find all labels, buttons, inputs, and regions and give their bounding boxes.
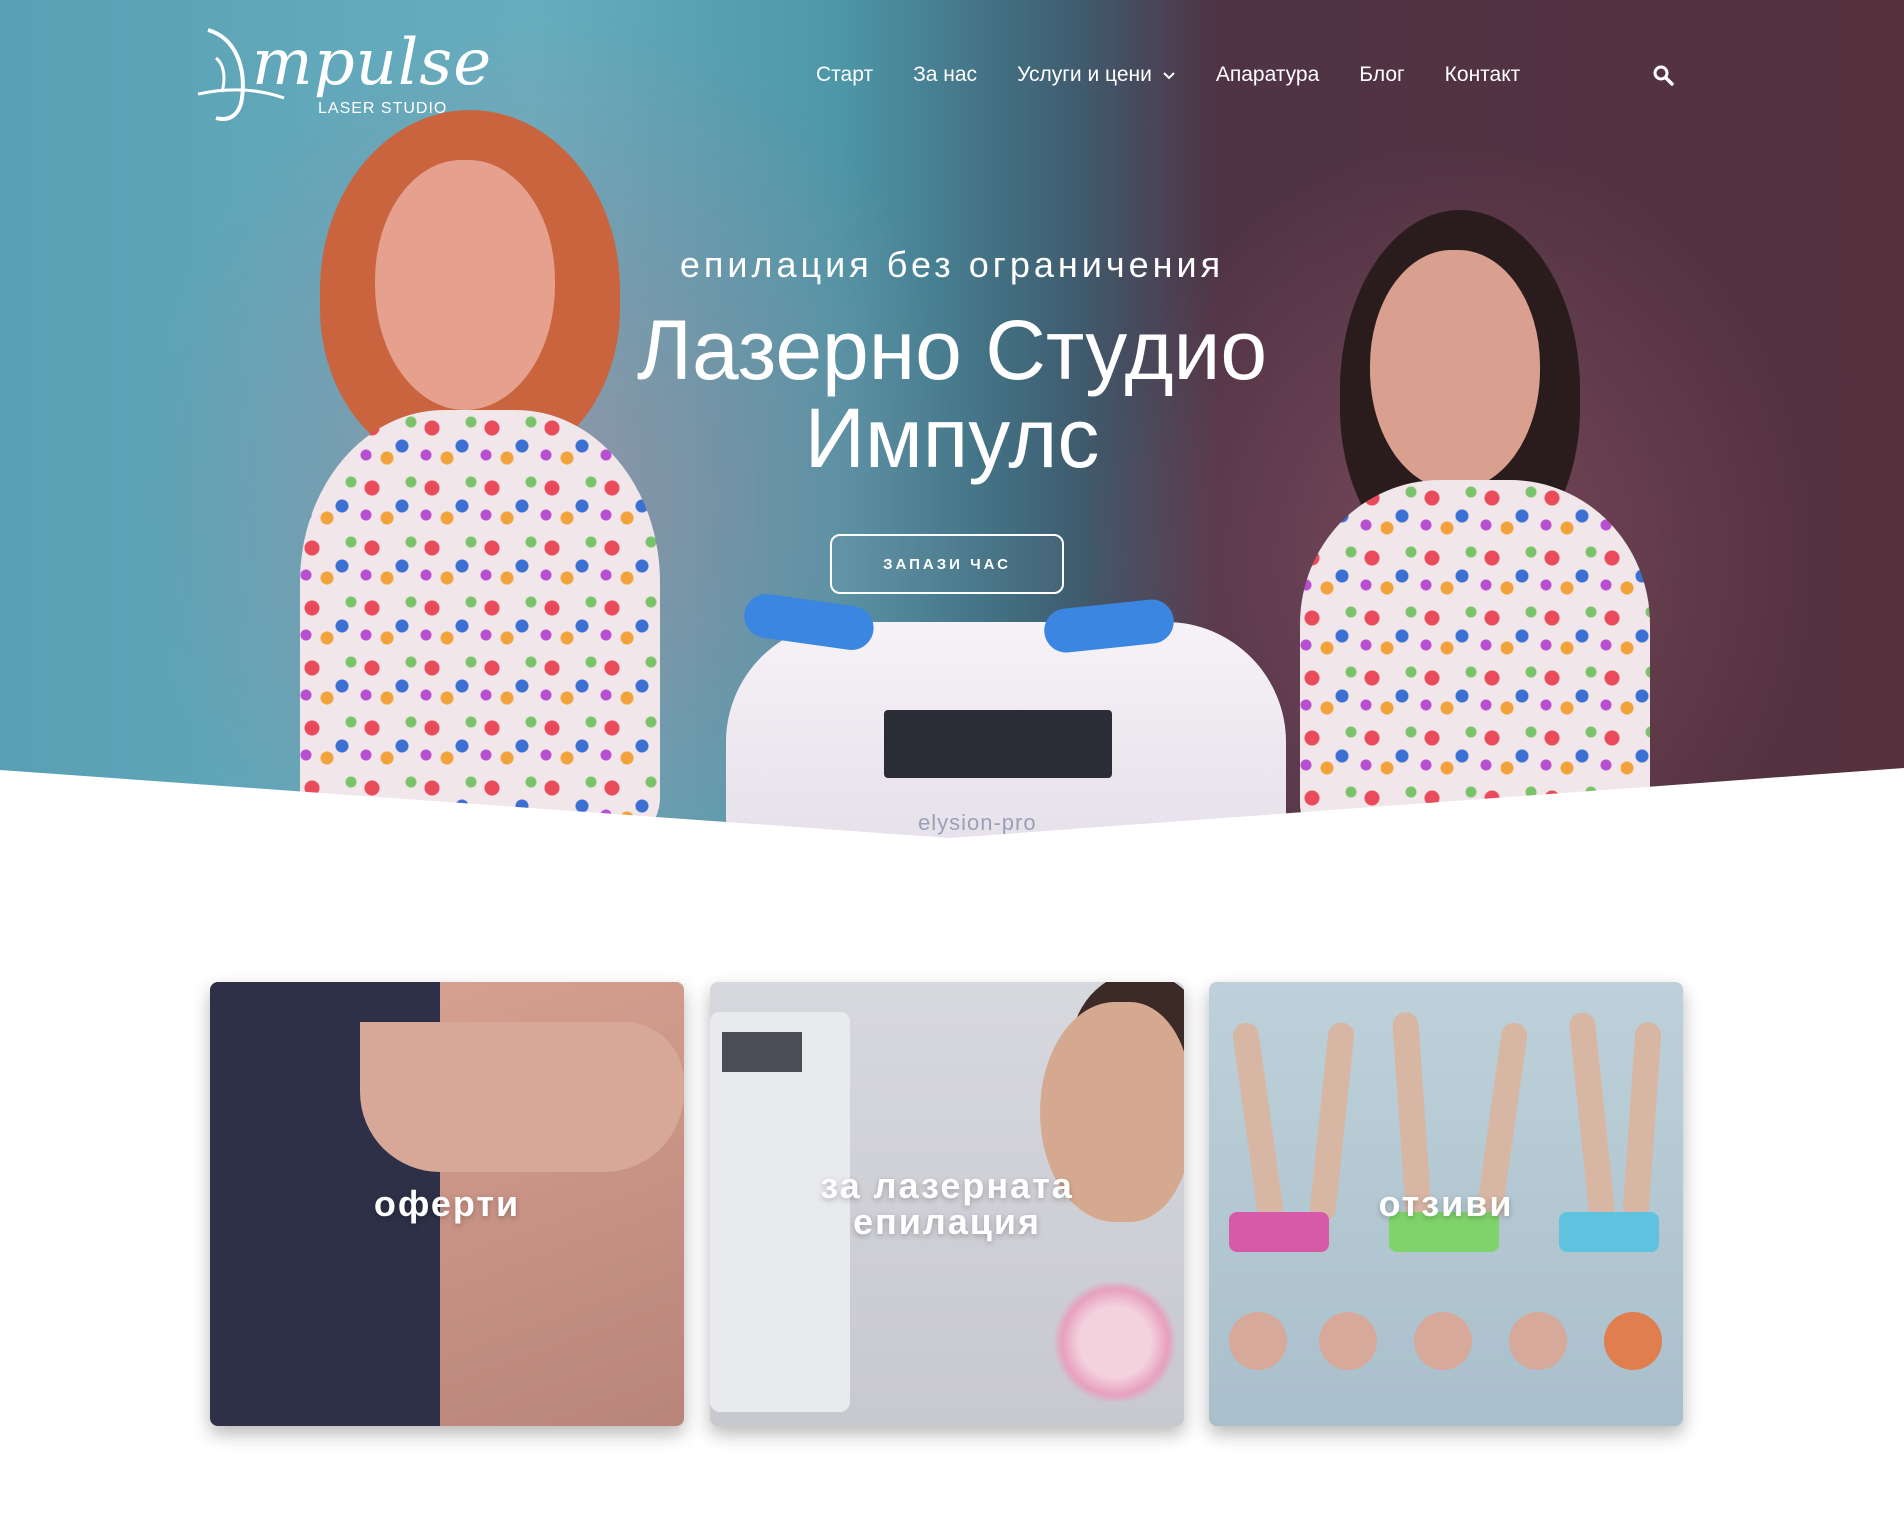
card-face xyxy=(1229,1312,1287,1370)
hero-title-line1: Лазерно Студио xyxy=(636,303,1268,397)
nav-item-contact[interactable]: Контакт xyxy=(1445,63,1521,87)
chevron-down-icon xyxy=(1163,72,1175,80)
card-testimonials-label: отзиви xyxy=(1209,1186,1683,1222)
card-face xyxy=(1604,1312,1662,1370)
card-label-line1: отзиви xyxy=(1378,1183,1514,1224)
logo-subtitle: LASER STUDIO xyxy=(318,100,448,117)
card-offers-label: оферти xyxy=(210,1186,684,1222)
card-testimonials[interactable]: отзиви xyxy=(1209,982,1683,1426)
nav-item-start[interactable]: Старт xyxy=(816,63,873,87)
card-face xyxy=(1319,1312,1377,1370)
logo-wordmark: mpulse xyxy=(252,26,493,100)
nav-item-equipment[interactable]: Апаратура xyxy=(1216,63,1319,87)
card-label-line1: оферти xyxy=(373,1183,521,1224)
card-offers-arm xyxy=(360,1022,684,1172)
nav-item-services[interactable]: Услуги и цени xyxy=(1017,63,1176,87)
nav-label: Апаратура xyxy=(1215,63,1320,86)
card-about-laser-label: за лазерната епилация xyxy=(710,1168,1184,1240)
nav-item-about[interactable]: За нас xyxy=(913,63,977,87)
lily-flower xyxy=(1050,1282,1180,1402)
card-about-laser[interactable]: за лазерната епилация xyxy=(710,982,1184,1426)
site-logo[interactable]: mpulse LASER STUDIO xyxy=(196,18,491,130)
book-appointment-button[interactable]: ЗАПАЗИ ЧАС xyxy=(830,534,1064,594)
hero-person-right xyxy=(1300,210,1650,840)
search-icon[interactable] xyxy=(1652,64,1674,86)
nav-label: Старт xyxy=(816,63,874,86)
card-face xyxy=(1414,1312,1472,1370)
card-device-screen xyxy=(722,1032,802,1072)
hero-bottom-divider xyxy=(0,768,1904,840)
nav-label: Услуги и цени xyxy=(1017,63,1152,86)
card-offers[interactable]: оферти xyxy=(210,982,684,1426)
hero-section: elysion-pro mpulse LASER STUDIO Старт За… xyxy=(0,0,1904,840)
nav-label: Контакт xyxy=(1444,63,1521,86)
hero-title-line2: Импулс xyxy=(804,391,1100,485)
nav-label: За нас xyxy=(913,63,978,86)
hero-title: Лазерно Студио Импулс xyxy=(0,306,1904,482)
nav-label: Блог xyxy=(1359,63,1405,86)
hero-tagline: епилация без ограничения xyxy=(679,244,1225,285)
card-label-line1: за лазерната xyxy=(820,1165,1074,1206)
card-label-line2: епилация xyxy=(852,1201,1042,1242)
nav-item-blog[interactable]: Блог xyxy=(1359,63,1404,87)
card-face xyxy=(1509,1312,1567,1370)
main-nav: Старт За нас Услуги и цени Апаратура Бло… xyxy=(816,58,1560,92)
